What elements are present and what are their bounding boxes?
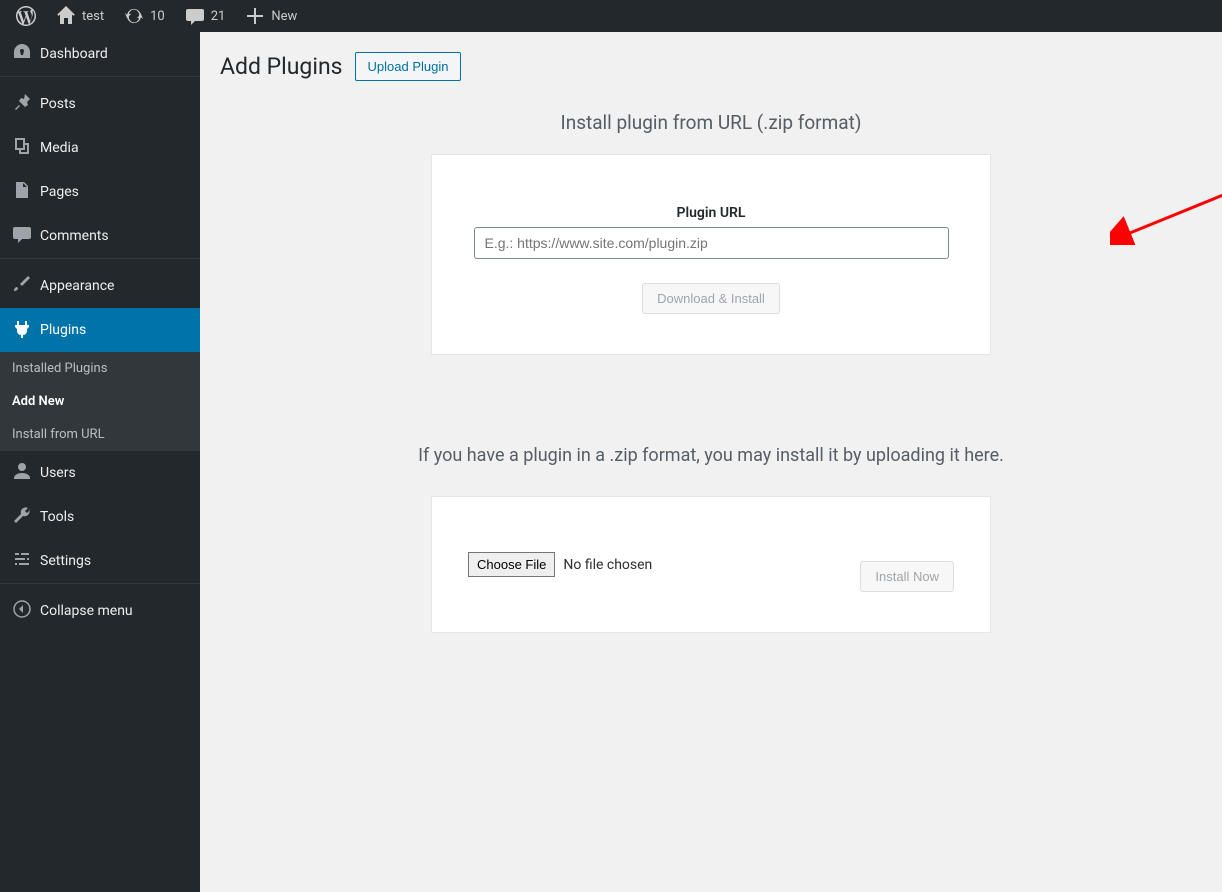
user-icon [12, 461, 32, 485]
zip-upload-help: If you have a plugin in a .zip format, y… [220, 445, 1202, 466]
page-title: Add Plugins [220, 53, 343, 80]
sidebar-item-label: Appearance [40, 278, 114, 294]
new-label: New [271, 9, 297, 24]
url-install-card: Plugin URL Download & Install [431, 154, 991, 355]
sidebar-item-settings[interactable]: Settings [0, 539, 200, 583]
media-icon [12, 136, 32, 160]
sidebar-item-pages[interactable]: Pages [0, 170, 200, 214]
admin-bar: test 10 21 New [0, 0, 1222, 32]
collapse-menu[interactable]: Collapse menu [0, 589, 200, 633]
refresh-icon [124, 6, 144, 26]
pin-icon [12, 92, 32, 116]
comments-count: 21 [211, 9, 226, 24]
sidebar-item-dashboard[interactable]: Dashboard [0, 32, 200, 76]
dashboard-icon [12, 42, 32, 66]
comment-icon [12, 224, 32, 248]
plugins-submenu: Installed Plugins Add New Install from U… [0, 352, 200, 451]
page-icon [12, 180, 32, 204]
new-content-link[interactable]: New [237, 0, 305, 32]
download-install-button[interactable]: Download & Install [642, 283, 780, 314]
zip-upload-card: Choose File No file chosen Install Now [431, 496, 991, 633]
site-link[interactable]: test [48, 0, 112, 32]
sidebar-item-plugins[interactable]: Plugins [0, 308, 200, 352]
sliders-icon [12, 549, 32, 573]
chevron-left-icon [12, 599, 32, 623]
annotation-arrow [1110, 175, 1222, 245]
wp-logo[interactable] [8, 0, 44, 32]
updates-count: 10 [150, 9, 165, 24]
plugin-url-label: Plugin URL [468, 205, 954, 221]
home-icon [56, 6, 76, 26]
sidebar-item-label: Tools [40, 509, 74, 525]
sidebar-item-users[interactable]: Users [0, 451, 200, 495]
sidebar-item-label: Pages [40, 184, 79, 200]
brush-icon [12, 274, 32, 298]
sidebar-item-label: Plugins [40, 322, 86, 338]
submenu-installed-plugins[interactable]: Installed Plugins [0, 352, 200, 385]
install-now-button[interactable]: Install Now [860, 561, 954, 592]
sidebar-item-tools[interactable]: Tools [0, 495, 200, 539]
url-install-heading: Install plugin from URL (.zip format) [220, 111, 1202, 134]
sidebar-item-label: Posts [40, 96, 76, 112]
plug-icon [12, 318, 32, 342]
choose-file-button[interactable]: Choose File [468, 552, 555, 577]
sidebar-item-label: Comments [40, 228, 109, 244]
file-chosen-status: No file chosen [563, 557, 652, 573]
sidebar-item-label: Users [40, 465, 76, 481]
sidebar-item-comments[interactable]: Comments [0, 214, 200, 258]
wrench-icon [12, 505, 32, 529]
submenu-install-from-url[interactable]: Install from URL [0, 418, 200, 451]
sidebar-item-appearance[interactable]: Appearance [0, 264, 200, 308]
wordpress-icon [16, 6, 36, 26]
site-name: test [82, 9, 104, 24]
sidebar-item-label: Settings [40, 553, 91, 569]
submenu-add-new[interactable]: Add New [0, 385, 200, 418]
sidebar-item-label: Media [40, 140, 79, 156]
admin-sidebar: Dashboard Posts Media Pages Comments App… [0, 32, 200, 892]
upload-plugin-button[interactable]: Upload Plugin [355, 52, 462, 81]
sidebar-item-posts[interactable]: Posts [0, 82, 200, 126]
sidebar-item-media[interactable]: Media [0, 126, 200, 170]
sidebar-item-label: Dashboard [40, 46, 108, 62]
comments-link[interactable]: 21 [177, 0, 234, 32]
plus-icon [245, 6, 265, 26]
comment-icon [185, 6, 205, 26]
updates-link[interactable]: 10 [116, 0, 173, 32]
sidebar-item-label: Collapse menu [40, 603, 133, 619]
plugin-url-input[interactable] [474, 227, 949, 259]
main-content: Add Plugins Upload Plugin Install plugin… [200, 32, 1222, 892]
